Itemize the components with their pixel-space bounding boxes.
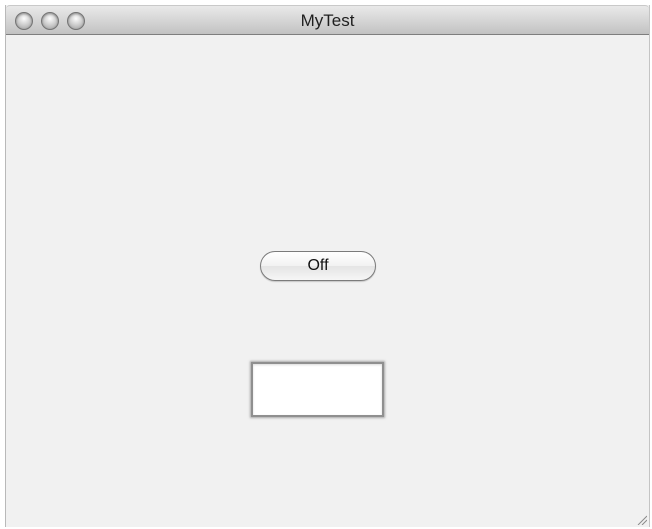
text-field[interactable] [251, 362, 384, 417]
resize-grip-icon[interactable] [637, 515, 647, 525]
window-title: MyTest [300, 11, 355, 30]
title-bar[interactable]: MyTest [6, 5, 649, 35]
window-content: Off [6, 35, 649, 527]
app-window: MyTest Off [5, 5, 650, 527]
toggle-button[interactable]: Off [260, 251, 376, 281]
